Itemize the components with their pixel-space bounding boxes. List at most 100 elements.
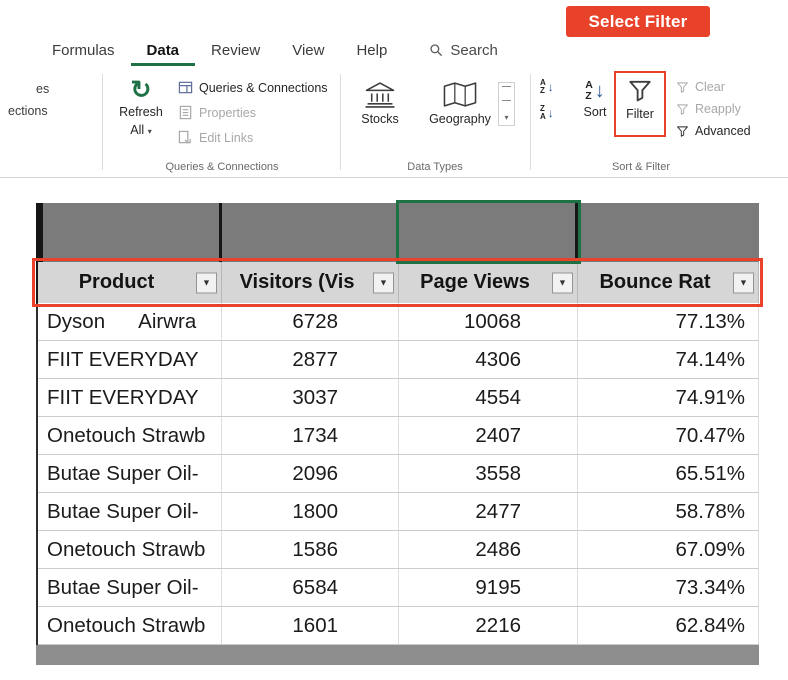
ribbon: es ections ↻ Refresh All ▾ Queries & Con… [0, 66, 788, 178]
cell-product[interactable]: Onetouch Strawb [38, 417, 222, 454]
edit-links-button: Edit Links [178, 130, 328, 145]
clipped-text: es [36, 82, 50, 96]
refresh-all-button[interactable]: ↻ Refresh All ▾ [112, 78, 170, 138]
cell-visitors[interactable]: 6584 [222, 569, 399, 606]
cell-visitors[interactable]: 1800 [222, 493, 399, 530]
geography-map-icon [441, 80, 479, 109]
advanced-button[interactable]: Advanced [676, 124, 751, 138]
ribbon-tabs: Formulas Data Review View Help [36, 38, 403, 66]
cell-product[interactable]: Onetouch Strawb [38, 607, 222, 644]
group-separator [340, 74, 341, 170]
cell-bounce-rate[interactable]: 74.14% [578, 341, 759, 378]
table-row: Onetouch Strawb 1586 2486 67.09% [38, 531, 759, 569]
sort-descending-button[interactable]: ZA ↓ [540, 104, 554, 122]
cell-visitors[interactable]: 2096 [222, 455, 399, 492]
tab-formulas[interactable]: Formulas [36, 38, 131, 66]
table-row: Butae Super Oil- 2096 3558 65.51% [38, 455, 759, 493]
band-cell[interactable] [222, 203, 399, 262]
cell-product[interactable]: FIIT EVERYDAY [38, 341, 222, 378]
cell-bounce-rate[interactable]: 65.51% [578, 455, 759, 492]
reapply-button: Reapply [676, 102, 751, 116]
band-cell[interactable] [36, 203, 222, 262]
cell-bounce-rate[interactable]: 74.91% [578, 379, 759, 416]
cell-bounce-rate[interactable]: 73.34% [578, 569, 759, 606]
gallery-line-icon [502, 99, 511, 101]
bottom-band [36, 645, 759, 665]
cell-product[interactable]: Onetouch Strawb [38, 531, 222, 568]
cell-product[interactable]: Butae Super Oil- [38, 493, 222, 530]
sort-button[interactable]: AZ ↓ Sort [574, 79, 616, 120]
cell-visitors[interactable]: 1734 [222, 417, 399, 454]
group-label-sort-filter: Sort & Filter [611, 161, 671, 173]
band-cell[interactable] [578, 203, 759, 262]
cell-product[interactable]: Butae Super Oil- [38, 455, 222, 492]
letter-z: Z [585, 90, 592, 103]
properties-icon [178, 105, 193, 120]
group-label-queries-connections: Queries & Connections [165, 161, 279, 173]
cell-bounce-rate[interactable]: 67.09% [578, 531, 759, 568]
cell-page-views[interactable]: 10068 [399, 303, 578, 340]
clear-button: Clear [676, 80, 751, 94]
sort-ascending-button[interactable]: AZ ↓ [540, 78, 554, 96]
geography-label: Geography [429, 112, 491, 126]
group-separator [102, 74, 103, 170]
cell-visitors[interactable]: 6728 [222, 303, 399, 340]
data-grid: Dyson Airwra 6728 10068 77.13% FIIT EVERYDAY… [36, 303, 759, 645]
clipped-text: ections [8, 104, 48, 118]
gallery-line-icon [502, 86, 511, 87]
cell-visitors[interactable]: 2877 [222, 341, 399, 378]
selection-outline-page-views [396, 200, 581, 264]
cell-page-views[interactable]: 4554 [399, 379, 578, 416]
tab-data[interactable]: Data [130, 38, 196, 66]
sort-label: Sort [583, 105, 607, 120]
table-row: Onetouch Strawb 1734 2407 70.47% [38, 417, 759, 455]
cell-visitors[interactable]: 1586 [222, 531, 399, 568]
cell-page-views[interactable]: 2477 [399, 493, 578, 530]
callout-select-filter: Select Filter [566, 6, 710, 37]
tab-help[interactable]: Help [340, 38, 403, 66]
group-label-data-types: Data Types [407, 161, 463, 173]
gallery-more-icon: ▾ [504, 113, 509, 122]
table-row: Butae Super Oil- 1800 2477 58.78% [38, 493, 759, 531]
table-row: Butae Super Oil- 6584 9195 73.34% [38, 569, 759, 607]
search[interactable]: Search [429, 38, 498, 66]
clear-funnel-icon [676, 81, 689, 94]
cell-bounce-rate[interactable]: 62.84% [578, 607, 759, 644]
queries-connections-button[interactable]: Queries & Connections [178, 80, 328, 95]
table-row: Onetouch Strawb 1601 2216 62.84% [38, 607, 759, 645]
cell-page-views[interactable]: 3558 [399, 455, 578, 492]
cell-product[interactable]: Dyson Airwra [38, 303, 222, 340]
cell-page-views[interactable]: 2486 [399, 531, 578, 568]
cell-page-views[interactable]: 2216 [399, 607, 578, 644]
group-separator [530, 74, 531, 170]
stocks-button[interactable]: Stocks [352, 80, 408, 127]
tab-view[interactable]: View [276, 38, 340, 66]
queries-connections-label: Queries & Connections [199, 80, 328, 95]
geography-button[interactable]: Geography [420, 80, 500, 127]
cell-page-views[interactable]: 9195 [399, 569, 578, 606]
table-row: FIIT EVERYDAY 2877 4306 74.14% [38, 341, 759, 379]
stocks-bank-icon [363, 80, 397, 109]
data-types-scroll[interactable]: ▾ [498, 82, 515, 126]
cell-product[interactable]: FIIT EVERYDAY [38, 379, 222, 416]
sort-desc-arrow-icon: ↓ [547, 106, 554, 121]
tab-review[interactable]: Review [195, 38, 276, 66]
reapply-funnel-icon [676, 103, 689, 116]
cell-page-views[interactable]: 2407 [399, 417, 578, 454]
cell-visitors[interactable]: 1601 [222, 607, 399, 644]
advanced-funnel-icon [676, 125, 689, 138]
cell-page-views[interactable]: 4306 [399, 341, 578, 378]
queries-pane-icon [178, 80, 193, 95]
stocks-label: Stocks [361, 112, 399, 126]
cell-bounce-rate[interactable]: 58.78% [578, 493, 759, 530]
cell-product[interactable]: Butae Super Oil- [38, 569, 222, 606]
sort-icon: AZ ↓ [585, 79, 605, 103]
properties-label: Properties [199, 105, 256, 120]
cell-visitors[interactable]: 3037 [222, 379, 399, 416]
cell-bounce-rate[interactable]: 70.47% [578, 417, 759, 454]
filter-highlight-box [614, 71, 666, 137]
cell-bounce-rate[interactable]: 77.13% [578, 303, 759, 340]
sort-arrow-icon: ↓ [594, 80, 605, 103]
letter-a: A [540, 112, 546, 122]
header-highlight-box [32, 258, 763, 307]
